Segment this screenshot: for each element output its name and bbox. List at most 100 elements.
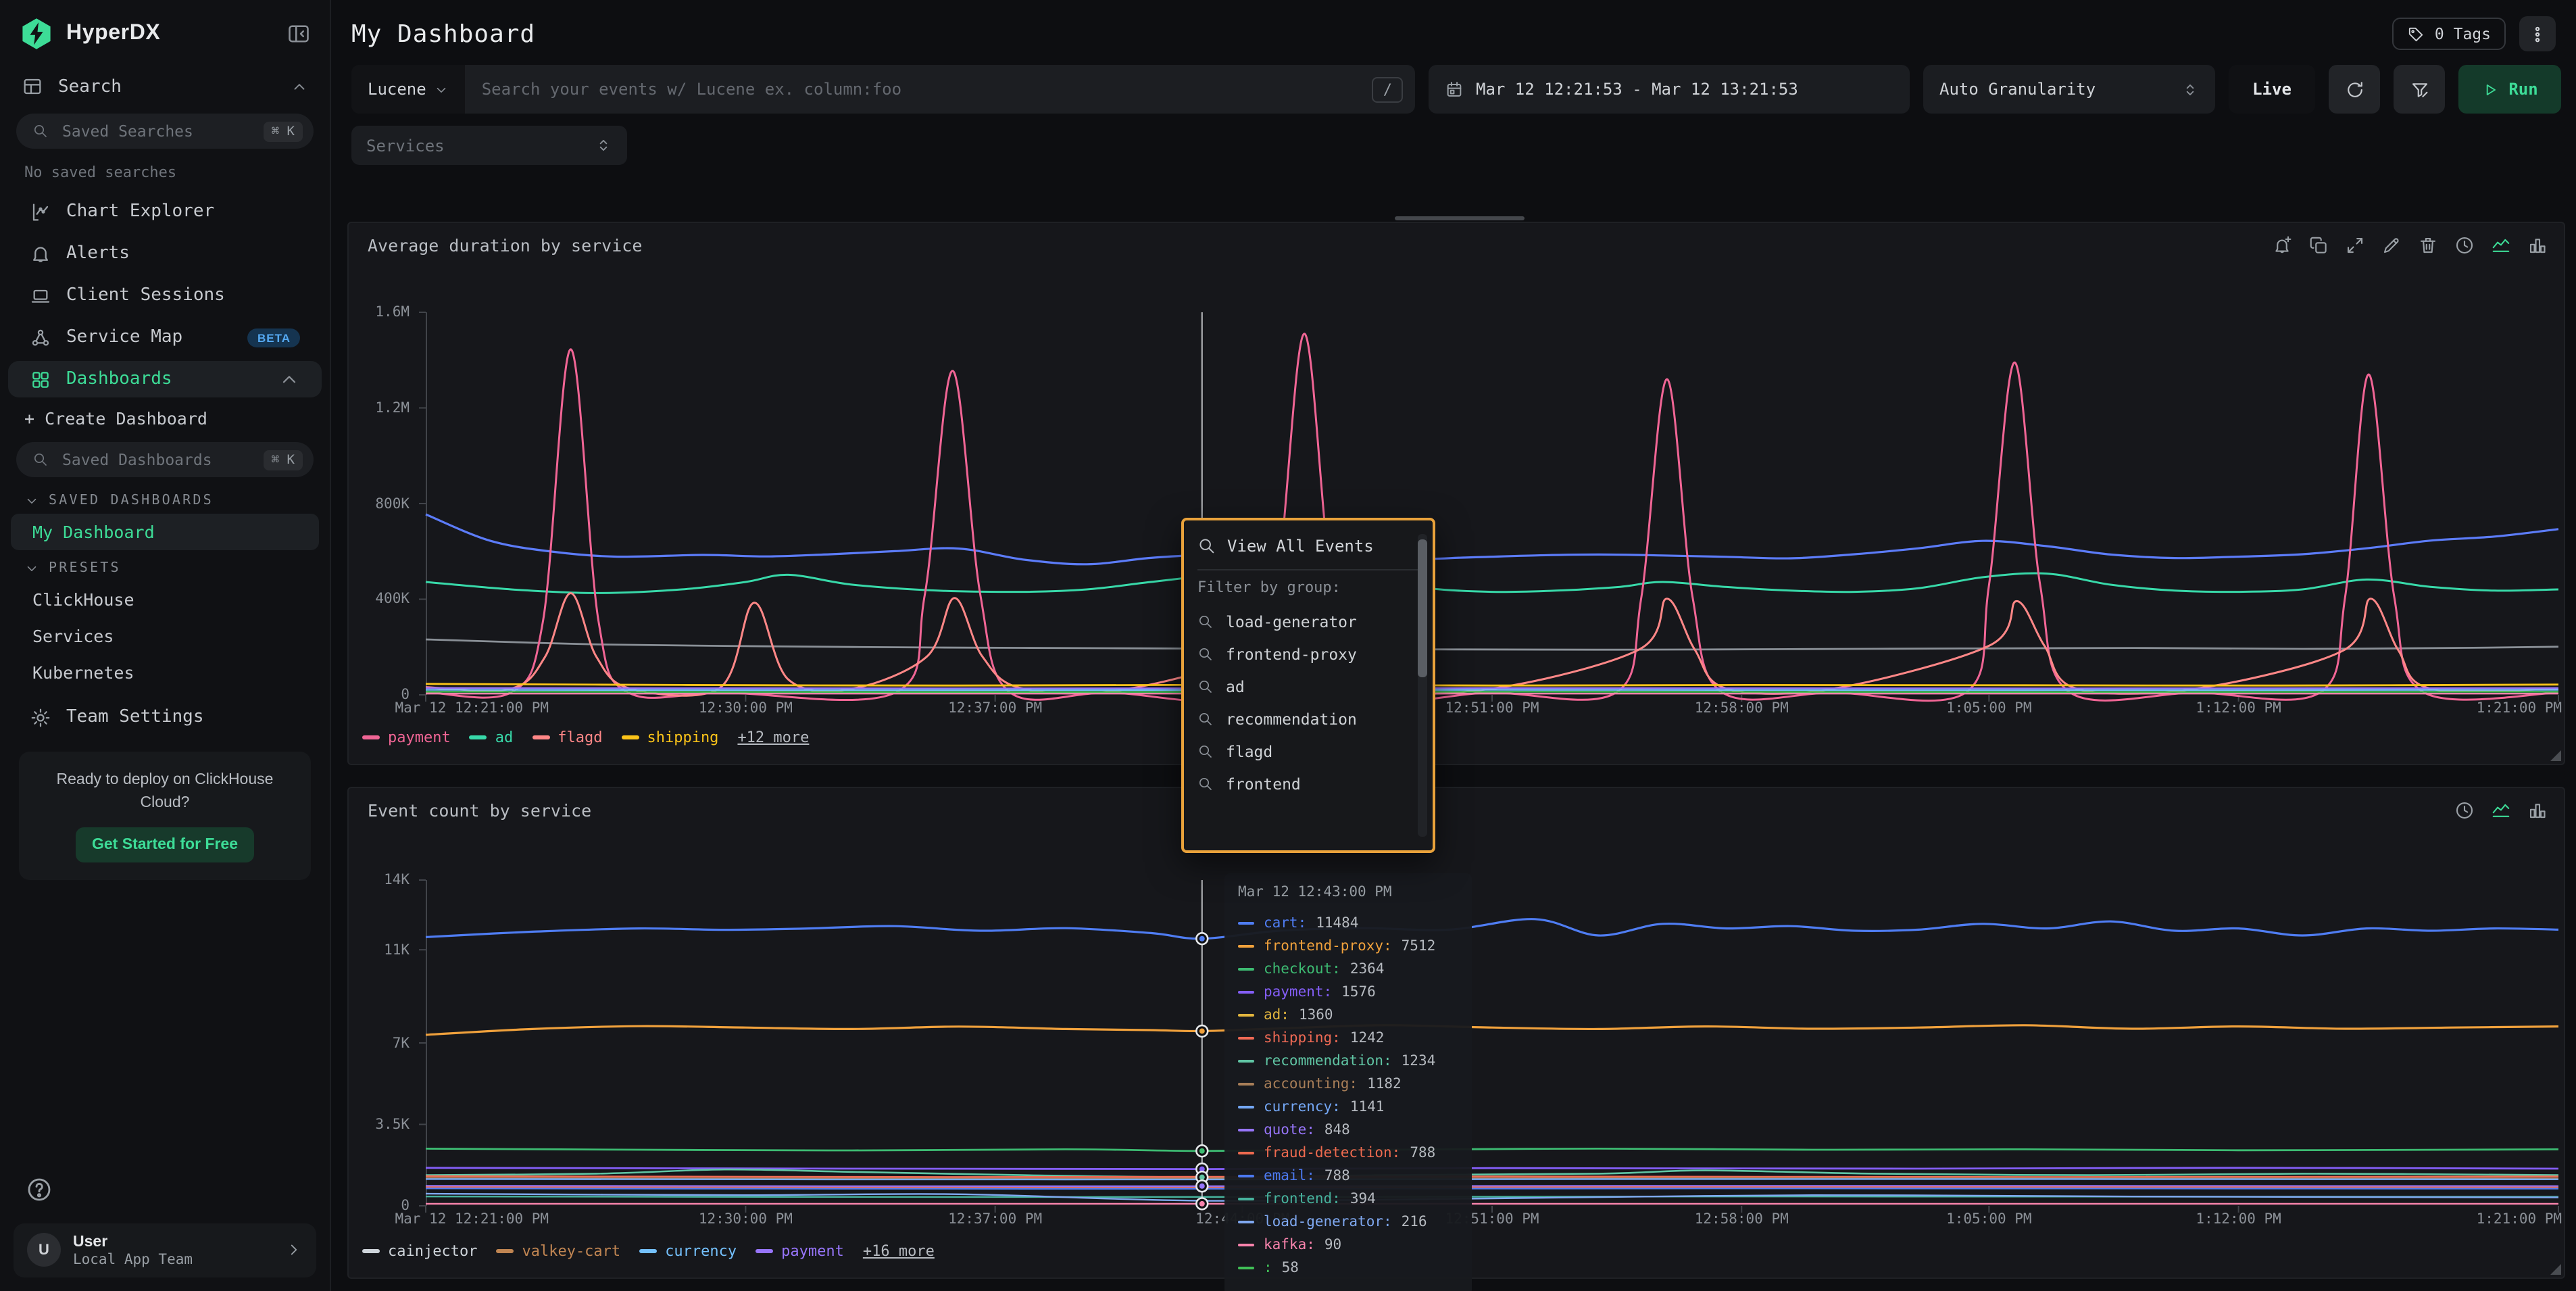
legend-item[interactable]: shipping [621, 729, 718, 746]
legend-item[interactable]: valkey-cart [496, 1242, 620, 1260]
filter-button[interactable] [2394, 65, 2445, 114]
tooltip-row: checkout: 2364 [1238, 957, 1458, 980]
create-dashboard-button[interactable]: + Create Dashboard [0, 400, 330, 437]
event-count-chart[interactable] [426, 880, 2558, 1206]
history-icon[interactable] [2454, 800, 2475, 821]
saved-dashboards-input[interactable] [59, 449, 253, 470]
popup-scrollbar-thumb[interactable] [1418, 539, 1427, 677]
popup-filter-item[interactable]: flagd [1197, 735, 1419, 768]
tooltip-row: : 58 [1238, 1256, 1458, 1279]
line-chart-icon[interactable] [2491, 235, 2511, 255]
x-tick-label: 1:05:00 PM [1946, 1211, 2031, 1227]
chevron-down-icon [435, 82, 449, 97]
popup-filter-item[interactable]: frontend [1197, 768, 1419, 800]
delete-icon[interactable] [2418, 235, 2438, 255]
series-line-checkout [426, 1148, 2558, 1150]
granularity-select[interactable]: Auto Granularity [1923, 65, 2215, 114]
popup-filter-item[interactable]: recommendation [1197, 703, 1419, 735]
average-duration-chart[interactable] [426, 312, 2558, 695]
search-icon [1197, 744, 1214, 760]
sidebar-item-client-sessions[interactable]: Client Sessions [8, 277, 322, 314]
legend-item[interactable]: payment [756, 1242, 844, 1260]
x-tick-label: 12:51:00 PM [1445, 700, 1539, 716]
chart-title: Average duration by service [368, 235, 642, 255]
refresh-icon [2344, 79, 2364, 99]
search-icon [32, 123, 49, 139]
add-alert-icon[interactable] [2272, 235, 2292, 255]
sidebar-item-alerts[interactable]: Alerts [8, 235, 322, 272]
saved-dashboards-section-header[interactable]: SAVED DASHBOARDS [0, 483, 330, 514]
panel-drag-handle[interactable] [1395, 216, 1525, 220]
popup-filter-item[interactable]: frontend-proxy [1197, 638, 1419, 671]
series-line-shipping [426, 1176, 2558, 1177]
promo-text: Ready to deploy on ClickHouse Cloud? [32, 769, 297, 814]
run-button[interactable]: Run [2458, 65, 2561, 114]
sidebar-item-clickhouse[interactable]: ClickHouse [0, 581, 330, 618]
sidebar-item-kubernetes[interactable]: Kubernetes [0, 654, 330, 691]
services-filter-select[interactable]: Services [351, 126, 627, 165]
tooltip-row: email: 788 [1238, 1164, 1458, 1187]
help-button[interactable] [19, 1169, 59, 1209]
panel-resize-handle[interactable] [2550, 1264, 2561, 1275]
popup-filter-item[interactable]: load-generator [1197, 606, 1419, 638]
hyperdx-logo-icon [19, 16, 54, 51]
legend-item[interactable]: payment [362, 729, 451, 746]
x-tick-label: 12:58:00 PM [1695, 700, 1789, 716]
legend-item[interactable]: flagd [532, 729, 602, 746]
sidebar: HyperDX Search ⌘ K No saved searches Cha… [0, 0, 331, 1291]
expand-icon[interactable] [2345, 235, 2365, 255]
chevrons-updown-icon [2181, 80, 2199, 98]
search-icon [1197, 646, 1214, 662]
legend-item[interactable]: ad [470, 729, 514, 746]
hyperdx-app: HyperDX Search ⌘ K No saved searches Cha… [0, 0, 2576, 1291]
clickhouse-cloud-promo: Ready to deploy on ClickHouse Cloud? Get… [19, 752, 311, 881]
sidebar-item-service-map[interactable]: Service Map BETA [8, 319, 322, 356]
x-tick-label: Mar 12 12:21:00 PM [395, 1211, 549, 1227]
y-tick-label: 1.2M [375, 400, 410, 416]
legend-dash [362, 736, 380, 739]
tags-button[interactable]: 0 Tags [2393, 18, 2506, 50]
presets-section-header[interactable]: PRESETS [0, 550, 330, 581]
tooltip-row: quote: 848 [1238, 1118, 1458, 1141]
history-icon[interactable] [2454, 235, 2475, 255]
sidebar-item-chart-explorer[interactable]: Chart Explorer [8, 193, 322, 230]
bar-chart-icon[interactable] [2527, 235, 2548, 255]
sidebar-group-search[interactable]: Search [0, 65, 330, 108]
sidebar-item-my-dashboard[interactable]: My Dashboard [11, 514, 319, 550]
legend-more-link[interactable]: +16 more [863, 1242, 935, 1260]
view-all-events-button[interactable]: View All Events [1197, 533, 1419, 560]
date-range-picker[interactable]: Mar 12 12:21:53 - Mar 12 13:21:53 [1429, 65, 1910, 114]
user-menu[interactable]: U User Local App Team [14, 1223, 316, 1277]
x-tick-label: 1:12:00 PM [2196, 1211, 2281, 1227]
sidebar-item-dashboards[interactable]: Dashboards [8, 361, 322, 397]
dashboard-menu-button[interactable] [2519, 16, 2556, 51]
chart-context-popup: View All Events Filter by group: load-ge… [1181, 518, 1435, 853]
sidebar-item-team-settings[interactable]: Team Settings [8, 699, 322, 735]
sidebar-collapse-icon[interactable] [287, 22, 311, 46]
y-tick-label: 3.5K [375, 1117, 410, 1133]
legend-dash [756, 1250, 773, 1253]
event-search-input[interactable] [466, 80, 1372, 99]
legend-item[interactable]: cainjector [362, 1242, 477, 1260]
language-selector[interactable]: Lucene [351, 65, 466, 114]
bar-chart-icon[interactable] [2527, 800, 2548, 821]
live-button[interactable]: Live [2229, 65, 2315, 114]
panel-average-duration: Average duration by service 1.6M1.2M800K… [347, 222, 2565, 765]
refresh-button[interactable] [2329, 65, 2380, 114]
search-icon [1197, 614, 1214, 630]
popup-filter-item[interactable]: ad [1197, 671, 1419, 703]
duplicate-icon[interactable] [2308, 235, 2329, 255]
tooltip-row: recommendation: 1234 [1238, 1049, 1458, 1072]
tooltip-row: frontend-proxy: 7512 [1238, 934, 1458, 957]
get-started-button[interactable]: Get Started for Free [76, 828, 254, 863]
legend-item[interactable]: currency [639, 1242, 737, 1260]
legend-more-link[interactable]: +12 more [737, 729, 809, 746]
panel-resize-handle[interactable] [2550, 750, 2561, 761]
saved-searches-input[interactable] [59, 120, 253, 142]
sidebar-item-services[interactable]: Services [0, 618, 330, 654]
sidebar-group-search-label: Search [58, 76, 122, 97]
line-chart-icon[interactable] [2491, 800, 2511, 821]
x-tick-label: 1:21:00 PM [2477, 700, 2562, 716]
series-line-frontend-proxy [426, 1025, 2558, 1035]
edit-icon[interactable] [2381, 235, 2402, 255]
